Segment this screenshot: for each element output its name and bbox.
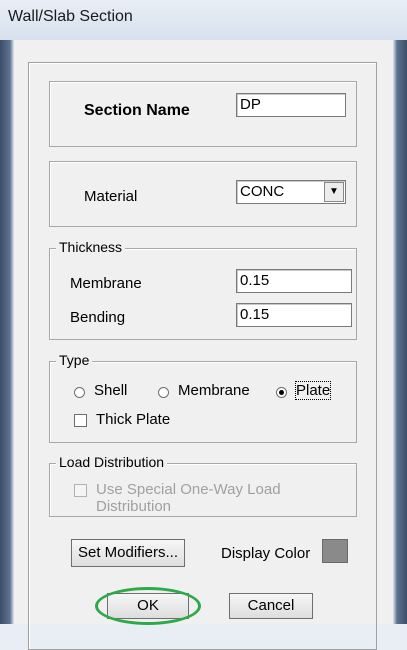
membrane-thickness-input[interactable]: 0.15 bbox=[236, 269, 352, 293]
material-label: Material bbox=[84, 188, 138, 205]
display-color-label: Display Color bbox=[221, 545, 311, 562]
material-value: CONC bbox=[240, 183, 285, 200]
one-way-load-label: Use Special One-Way Load Distribution bbox=[96, 481, 281, 515]
shell-radio[interactable] bbox=[74, 387, 85, 398]
one-way-load-checkbox[interactable] bbox=[74, 484, 87, 497]
display-color-swatch[interactable] bbox=[322, 539, 348, 563]
chevron-down-icon[interactable]: ▼ bbox=[324, 182, 344, 202]
section-name-input[interactable]: DP bbox=[236, 93, 346, 117]
radio-selected-dot bbox=[279, 390, 284, 395]
membrane-radio-label[interactable]: Membrane bbox=[178, 382, 250, 399]
load-distribution-legend: Load Distribution bbox=[56, 454, 168, 470]
plate-radio[interactable] bbox=[276, 387, 287, 398]
membrane-thickness-label: Membrane bbox=[70, 275, 142, 292]
window-title: Wall/Slab Section bbox=[8, 8, 133, 25]
dialog-window: Wall/Slab Section Section Name DP Materi… bbox=[0, 0, 407, 650]
plate-radio-label[interactable]: Plate bbox=[294, 381, 332, 400]
section-name-box: Section Name DP bbox=[49, 81, 357, 147]
ok-highlight-ring bbox=[95, 587, 201, 625]
thick-plate-label[interactable]: Thick Plate bbox=[96, 411, 170, 428]
material-box: Material CONC ▼ bbox=[49, 161, 357, 227]
shell-radio-label[interactable]: Shell bbox=[94, 382, 127, 399]
thickness-group: Thickness Membrane 0.15 Bending 0.15 bbox=[49, 239, 357, 340]
section-name-label: Section Name bbox=[84, 102, 190, 119]
material-select[interactable]: CONC ▼ bbox=[236, 180, 346, 204]
outer-frame: Section Name DP Material CONC ▼ Thicknes… bbox=[28, 62, 377, 650]
cancel-button[interactable]: Cancel bbox=[229, 593, 313, 619]
thick-plate-checkbox[interactable] bbox=[74, 414, 87, 427]
type-legend: Type bbox=[56, 352, 93, 368]
bending-thickness-input[interactable]: 0.15 bbox=[236, 303, 352, 327]
load-distribution-group: Load Distribution Use Special One-Way Lo… bbox=[49, 454, 357, 517]
bending-thickness-label: Bending bbox=[70, 309, 126, 326]
dialog-client: Section Name DP Material CONC ▼ Thicknes… bbox=[14, 40, 393, 650]
set-modifiers-button[interactable]: Set Modifiers... bbox=[71, 539, 185, 567]
title-bar[interactable]: Wall/Slab Section bbox=[0, 0, 407, 40]
membrane-radio[interactable] bbox=[158, 387, 169, 398]
type-group: Type Shell Membrane Plate Thick Plate bbox=[49, 352, 357, 443]
thickness-legend: Thickness bbox=[56, 239, 126, 255]
